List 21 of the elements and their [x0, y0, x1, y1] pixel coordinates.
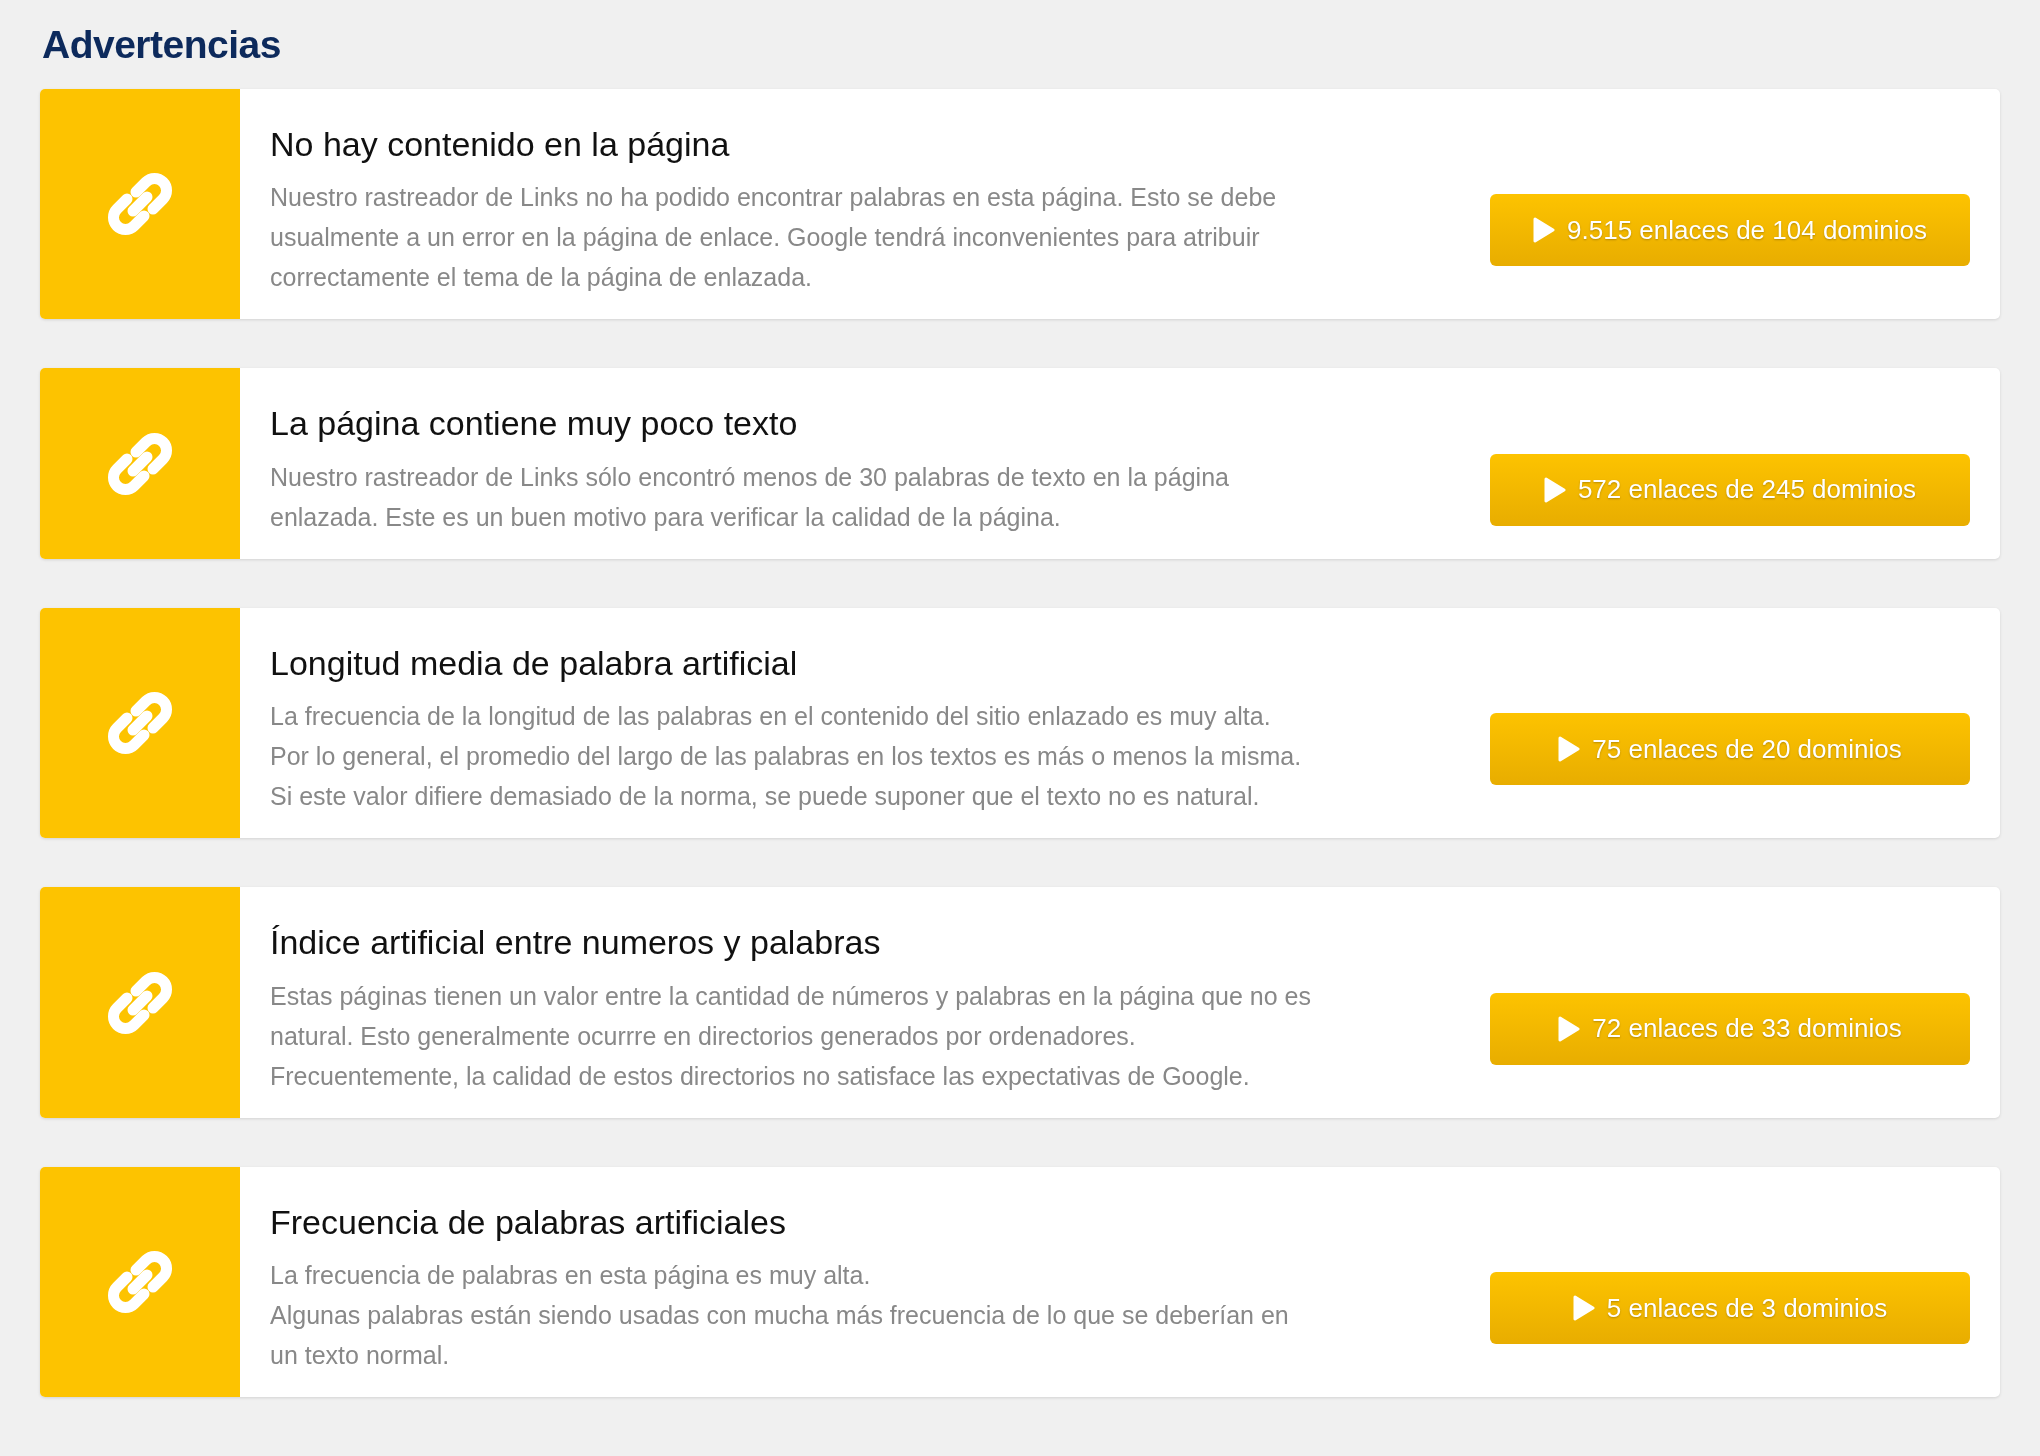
warning-title: Índice artificial entre numeros y palabras — [270, 922, 882, 964]
warning-description: La frecuencia de la longitud de las palabras en el contenido del sitio enlazado es muy alta. Por lo general, el promedio del largo de las palabras en los textos es más o menos la misma. Si este valor difiere demasiado de la norma, se puede suponer que el texto no es natural. — [270, 701, 1303, 813]
links-button[interactable]: 9.515 enlaces de 104 dominios — [1490, 194, 1970, 267]
links-button[interactable]: 75 enlaces de 20 dominios — [1490, 713, 1970, 786]
play-icon — [1572, 1295, 1595, 1322]
section-title: Advertencias — [42, 22, 282, 68]
warning-title: Frecuencia de palabras artificiales — [270, 1201, 787, 1243]
warning-description: Estas páginas tienen un valor entre la cantidad de números y palabras en la página que no es natural. Esto generalmente ocurrre en directorios generados por ordenadores. Frecuentemente, la calidad de estos directorios no satisface las expectativas de Google. — [270, 980, 1312, 1092]
warning-description: Nuestro rastreador de Links sólo encontró menos de 30 palabras de texto en la página enlazada. Este es un buen motivo para verificar la calidad de la página. — [270, 461, 1230, 533]
warning-title: No hay contenido en la página — [270, 123, 731, 165]
play-icon — [1543, 476, 1566, 503]
warning-title: Longitud media de palabra artificial — [270, 642, 799, 684]
warning-description: Nuestro rastreador de Links no ha podido encontrar palabras en esta página. Esto se debe usualmente a un error en la página de enlace. Google tendrá inconvenientes para atribuir correctamente el tema de la página de enlazada. — [270, 182, 1278, 294]
links-button[interactable]: 72 enlaces de 33 dominios — [1490, 992, 1970, 1065]
play-icon — [1558, 1015, 1581, 1042]
warning-title: La página contiene muy poco texto — [270, 403, 799, 445]
links-button[interactable]: 572 enlaces de 245 dominios — [1490, 453, 1970, 526]
links-button[interactable]: 5 enlaces de 3 dominios — [1490, 1272, 1970, 1345]
play-icon — [1533, 217, 1556, 244]
warning-description: La frecuencia de palabras en esta página es muy alta. Algunas palabras están siendo usadas con mucha más frecuencia de lo que se deberían en un texto normal. — [270, 1260, 1290, 1372]
play-icon — [1558, 736, 1581, 763]
